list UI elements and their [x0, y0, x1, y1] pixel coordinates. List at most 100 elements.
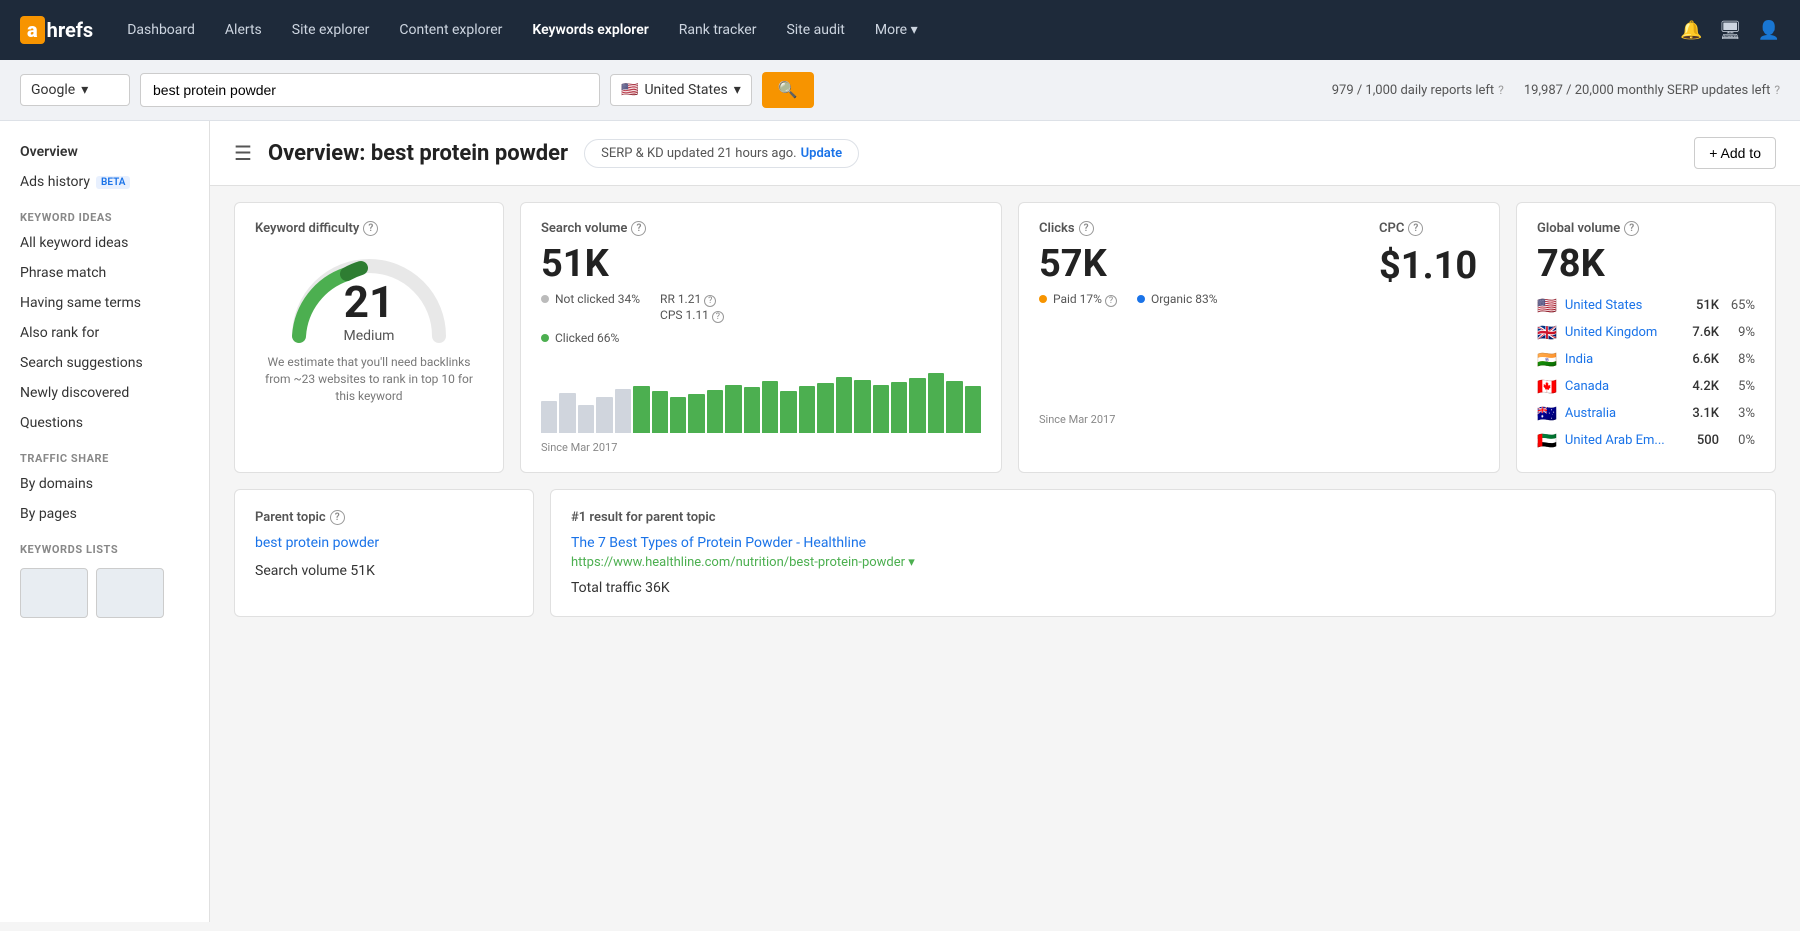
volume-help-icon[interactable]: ?	[631, 221, 646, 236]
cps-help-icon[interactable]: ?	[712, 311, 724, 323]
dropdown-icon[interactable]: ▾	[908, 555, 915, 570]
country-select[interactable]: 🇺🇸 United States ▾	[610, 74, 752, 106]
notifications-icon[interactable]: 🔔	[1680, 20, 1702, 41]
au-flag: 🇦🇺	[1537, 404, 1557, 423]
add-to-button[interactable]: + Add to	[1694, 137, 1776, 169]
bar	[725, 385, 741, 433]
logo[interactable]: a hrefs	[20, 16, 93, 44]
paid-help-icon[interactable]: ?	[1105, 295, 1117, 307]
in-value: 6.6K	[1683, 352, 1719, 367]
daily-quota: 979 / 1,000 daily reports left ?	[1332, 83, 1504, 98]
global-volume-help-icon[interactable]: ?	[1624, 221, 1639, 236]
uk-flag: 🇬🇧	[1537, 323, 1557, 342]
nav-content-explorer[interactable]: Content explorer	[387, 14, 514, 46]
kw-thumb-2[interactable]	[96, 568, 164, 618]
parent-topic-card: Parent topic ? best protein powder Searc…	[234, 489, 534, 617]
bar	[817, 383, 833, 433]
traffic-share-label: TRAFFIC SHARE	[0, 438, 209, 469]
search-engine-select[interactable]: Google ▾	[20, 74, 130, 106]
sidebar-item-ads-history[interactable]: Ads history BETA	[0, 167, 209, 197]
parent-topic-title: Parent topic ?	[255, 510, 513, 525]
sidebar-item-by-domains[interactable]: By domains	[0, 469, 209, 499]
sidebar-item-also-rank-for[interactable]: Also rank for	[0, 318, 209, 348]
monitor-icon[interactable]: 🖥	[1719, 20, 1742, 41]
nav-more[interactable]: More ▾	[863, 14, 930, 46]
in-pct: 8%	[1727, 352, 1755, 367]
bar	[799, 386, 815, 432]
sidebar-item-overview[interactable]: Overview	[0, 137, 209, 167]
user-icon[interactable]: 👤	[1758, 20, 1780, 41]
logo-text: hrefs	[47, 18, 94, 42]
ae-link[interactable]: United Arab Em...	[1565, 433, 1675, 448]
ca-link[interactable]: Canada	[1565, 379, 1675, 394]
result-page-title[interactable]: The 7 Best Types of Protein Powder - Hea…	[571, 535, 1755, 551]
sidebar-item-newly-discovered[interactable]: Newly discovered	[0, 378, 209, 408]
global-volume-title: Global volume ?	[1537, 221, 1755, 236]
volume-bar-chart	[541, 353, 981, 433]
nav-alerts[interactable]: Alerts	[213, 14, 274, 46]
bar	[596, 397, 612, 433]
daily-quota-help-icon[interactable]: ?	[1498, 83, 1504, 97]
search-input[interactable]	[140, 73, 600, 107]
rr: RR 1.21 ?	[660, 292, 724, 307]
bar	[652, 391, 668, 433]
in-link[interactable]: India	[1565, 352, 1675, 367]
uk-link[interactable]: United Kingdom	[1565, 325, 1675, 340]
clicks-since: Since Mar 2017	[1039, 413, 1479, 426]
layout: Overview Ads history BETA KEYWORD IDEAS …	[0, 121, 1800, 922]
nav-right: 🔔 🖥 👤	[1680, 20, 1780, 41]
ae-pct: 0%	[1727, 433, 1755, 448]
bar	[854, 380, 870, 433]
main-content: ☰ Overview: best protein powder SERP & K…	[210, 121, 1800, 922]
country-row-uk: 🇬🇧 United Kingdom 7.6K 9%	[1537, 319, 1755, 346]
bar	[780, 391, 796, 433]
page-header: ☰ Overview: best protein powder SERP & K…	[210, 121, 1800, 186]
nav-rank-tracker[interactable]: Rank tracker	[667, 14, 769, 46]
us-link[interactable]: United States	[1565, 298, 1675, 313]
top-result-card: #1 result for parent topic The 7 Best Ty…	[550, 489, 1776, 617]
sidebar-item-questions[interactable]: Questions	[0, 408, 209, 438]
clicks-help-icon[interactable]: ?	[1079, 221, 1094, 236]
parent-topic-link[interactable]: best protein powder	[255, 535, 513, 551]
cpc-card: CPC ? $1.10	[1379, 221, 1479, 292]
cards-row: Keyword difficulty ? 21 Medium	[210, 186, 1800, 489]
au-pct: 3%	[1727, 406, 1755, 421]
clicked-row: Clicked 66%	[541, 331, 981, 345]
nav-keywords-explorer[interactable]: Keywords explorer	[520, 14, 660, 46]
search-button[interactable]: 🔍	[762, 72, 814, 108]
ae-flag: 🇦🇪	[1537, 431, 1557, 450]
update-link[interactable]: Update	[801, 146, 843, 161]
bar	[946, 381, 962, 433]
result-traffic: Total traffic 36K	[571, 580, 1755, 596]
global-volume-value: 78K	[1537, 244, 1755, 286]
monthly-quota-help-icon[interactable]: ?	[1774, 83, 1780, 97]
kw-thumb-1[interactable]	[20, 568, 88, 618]
sidebar-item-search-suggestions[interactable]: Search suggestions	[0, 348, 209, 378]
result-url: https://www.healthline.com/nutrition/bes…	[571, 555, 1755, 570]
menu-toggle-icon[interactable]: ☰	[234, 141, 252, 165]
sidebar-item-having-same-terms[interactable]: Having same terms	[0, 288, 209, 318]
page-title: Overview: best protein powder	[268, 141, 568, 166]
sidebar-item-by-pages[interactable]: By pages	[0, 499, 209, 529]
rr-help-icon[interactable]: ?	[704, 295, 716, 307]
bottom-section: Parent topic ? best protein powder Searc…	[234, 489, 1776, 617]
bar	[762, 381, 778, 433]
parent-topic-search-volume: Search volume 51K	[255, 563, 513, 579]
monthly-quota: 19,987 / 20,000 monthly SERP updates lef…	[1524, 83, 1780, 98]
sidebar-item-phrase-match[interactable]: Phrase match	[0, 258, 209, 288]
cpc-value: $1.10	[1379, 244, 1479, 288]
bar	[670, 397, 686, 433]
ae-value: 500	[1683, 433, 1719, 448]
country-list: 🇺🇸 United States 51K 65% 🇬🇧 United Kingd…	[1537, 292, 1755, 454]
cpc-help-icon[interactable]: ?	[1408, 221, 1423, 236]
kd-help-icon[interactable]: ?	[363, 221, 378, 236]
au-link[interactable]: Australia	[1565, 406, 1675, 421]
country-label: United States	[644, 82, 727, 98]
parent-topic-help-icon[interactable]: ?	[330, 510, 345, 525]
nav-site-audit[interactable]: Site audit	[774, 14, 856, 46]
nav-dashboard[interactable]: Dashboard	[115, 14, 207, 46]
nav-site-explorer[interactable]: Site explorer	[280, 14, 382, 46]
cpc-title: CPC ?	[1379, 221, 1479, 236]
sidebar-item-all-keyword-ideas[interactable]: All keyword ideas	[0, 228, 209, 258]
bar	[928, 373, 944, 433]
